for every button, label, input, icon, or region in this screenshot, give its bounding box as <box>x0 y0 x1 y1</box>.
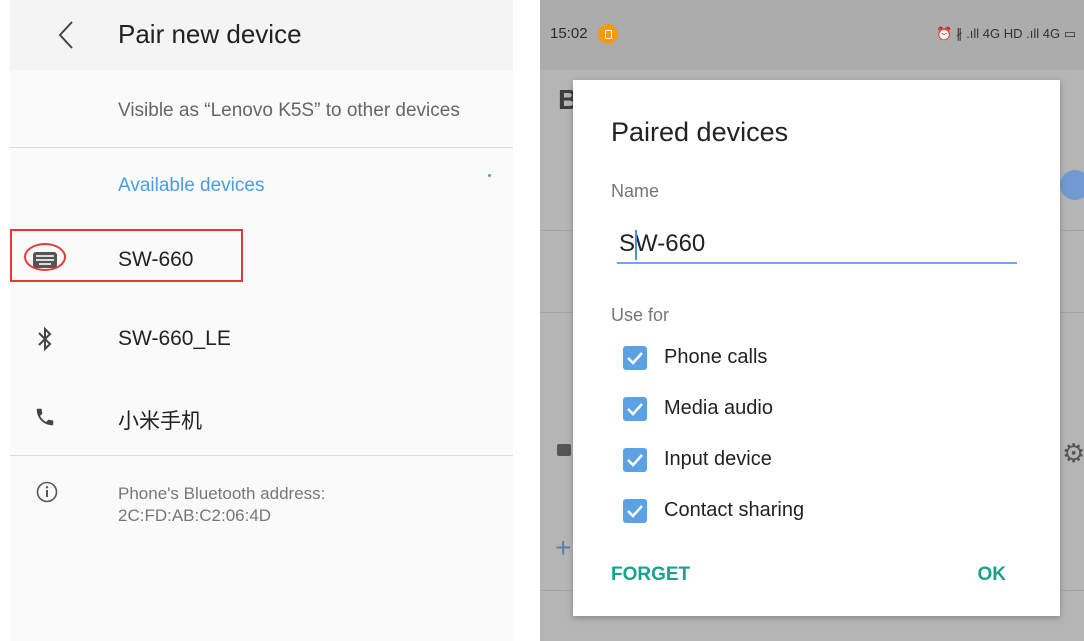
page-title: Pair new device <box>118 19 302 49</box>
option-input-device[interactable]: Input device <box>623 445 1023 477</box>
checkbox-checked-icon[interactable] <box>623 499 647 523</box>
paired-devices-dialog: Paired devices Name Use for Phone calls … <box>573 80 1060 616</box>
name-label: Name <box>611 181 660 201</box>
add-icon: + <box>555 532 572 563</box>
keyboard-icon <box>557 444 571 456</box>
visible-as-text: Visible as “Lenovo K5S” to other devices <box>118 100 460 121</box>
option-label: Media audio <box>664 397 773 419</box>
status-bar: 15:02 ⏰ ∦ .ıll 4G HD .ıll 4G ▭ <box>540 0 1084 70</box>
use-for-label: Use for <box>611 305 670 325</box>
ok-button[interactable]: OK <box>978 564 1007 586</box>
dialog-title: Paired devices <box>611 117 789 147</box>
option-media-audio[interactable]: Media audio <box>623 394 1023 426</box>
bluetooth-address-value: 2C:FD:AB:C2:06:4D <box>118 506 272 525</box>
highlight-ellipse <box>24 243 66 271</box>
checkbox-checked-icon[interactable] <box>623 448 647 472</box>
notification-badge-icon <box>598 24 618 44</box>
divider <box>10 455 513 456</box>
available-devices-heading: Available devices <box>118 175 265 196</box>
background-toggle <box>1060 170 1084 200</box>
status-icons: ⏰ ∦ .ıll 4G HD .ıll 4G ▭ <box>936 26 1076 41</box>
status-time: 15:02 <box>550 25 588 42</box>
device-label: SW-660_LE <box>118 327 231 350</box>
bluetooth-icon <box>24 323 66 355</box>
info-icon <box>36 481 58 508</box>
device-item-sw-660-le[interactable]: SW-660_LE <box>10 313 513 365</box>
forget-button[interactable]: FORGET <box>611 564 690 586</box>
option-contact-sharing[interactable]: Contact sharing <box>623 496 1023 528</box>
text-cursor <box>635 230 637 260</box>
header-bar: Pair new device <box>10 0 513 70</box>
option-label: Phone calls <box>664 346 768 368</box>
pair-new-device-screen: Pair new device Visible as “Lenovo K5S” … <box>10 0 513 641</box>
device-name-input[interactable] <box>617 226 1017 264</box>
checkbox-checked-icon[interactable] <box>623 346 647 370</box>
scanning-indicator <box>488 174 491 177</box>
settings-gear-icon: ⚙ <box>1062 438 1084 468</box>
checkbox-checked-icon[interactable] <box>623 397 647 421</box>
phone-icon <box>24 401 66 433</box>
back-arrow-icon[interactable] <box>52 18 82 52</box>
option-label: Input device <box>664 448 772 470</box>
device-item-mi-phone[interactable]: 小米手机 <box>10 391 513 443</box>
option-label: Contact sharing <box>664 499 805 521</box>
bluetooth-address-label: Phone's Bluetooth address: <box>118 484 326 503</box>
divider <box>10 147 513 148</box>
option-phone-calls[interactable]: Phone calls <box>623 343 1023 375</box>
device-label: 小米手机 <box>118 410 202 433</box>
